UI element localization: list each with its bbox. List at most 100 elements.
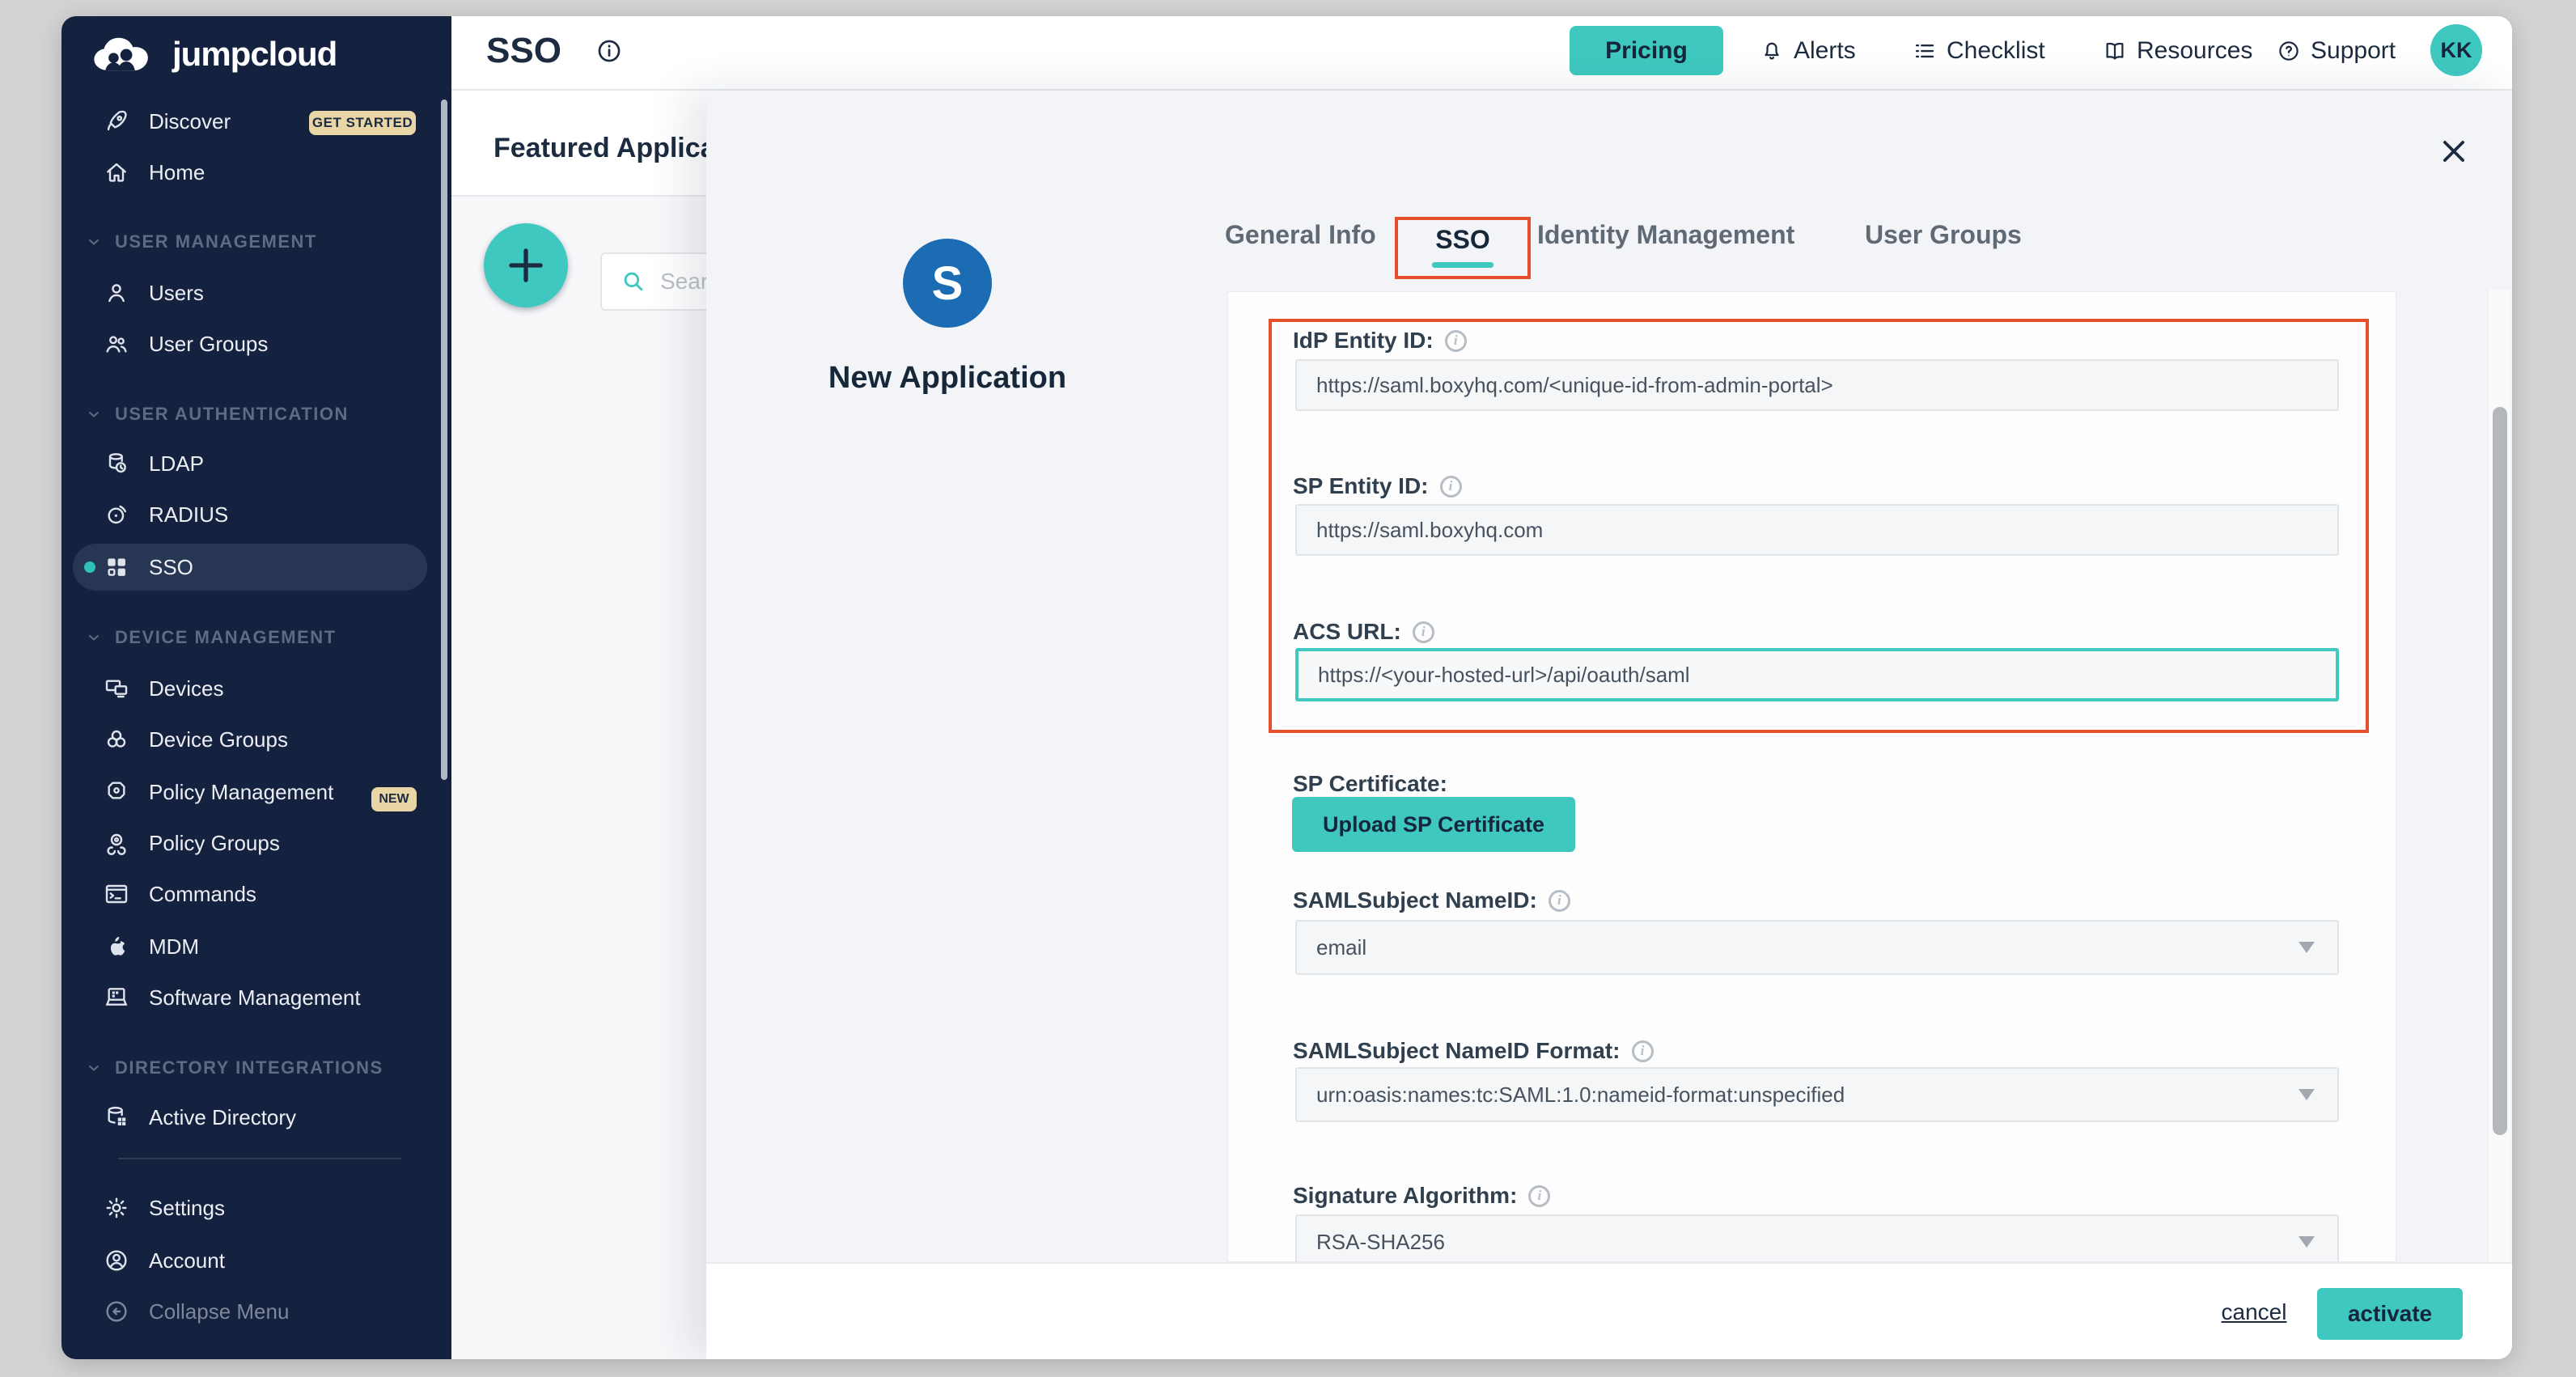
idp-entity-id-label-row: IdP Entity ID: i	[1293, 324, 1467, 357]
sso-config-form: IdP Entity ID: i SP Entity ID: i ACS URL…	[1227, 291, 2396, 1262]
add-application-button[interactable]	[484, 223, 568, 307]
cancel-link[interactable]: cancel	[2205, 1299, 2303, 1325]
idp-entity-id-input[interactable]	[1295, 359, 2339, 411]
info-icon[interactable]: i	[1413, 621, 1434, 643]
application-name: New Application	[729, 361, 1166, 396]
caret-down-icon	[2298, 1236, 2315, 1248]
acs-url-input[interactable]	[1295, 648, 2339, 701]
sidebar-item-device-groups[interactable]: Device Groups	[73, 716, 427, 763]
tab-identity-management[interactable]: Identity Management	[1537, 220, 1794, 250]
plus-icon	[502, 242, 549, 289]
upload-sp-certificate-button[interactable]: Upload SP Certificate	[1292, 797, 1575, 852]
jumpcloud-logo[interactable]: jumpcloud	[90, 35, 337, 74]
info-icon[interactable]: i	[1440, 476, 1462, 498]
sidebar-item-users[interactable]: Users	[73, 269, 427, 316]
sidebar-item-settings[interactable]: Settings	[73, 1184, 427, 1231]
close-icon[interactable]	[2438, 136, 2469, 167]
sidebar-section-device-management[interactable]: DEVICE MANAGEMENT	[86, 626, 337, 649]
chevron-down-icon	[86, 234, 102, 250]
sidebar-item-devices[interactable]: Devices	[73, 665, 427, 712]
sidebar-item-software-management[interactable]: Software Management	[73, 974, 427, 1021]
rocket-icon	[104, 108, 129, 134]
support-nav[interactable]: Support	[2277, 26, 2396, 75]
sidebar-item-policy-groups[interactable]: Policy Groups	[73, 820, 427, 866]
venn-circles-icon	[104, 727, 129, 752]
apple-icon	[104, 934, 129, 960]
sidebar-section-user-authentication[interactable]: USER AUTHENTICATION	[86, 403, 349, 426]
chevron-down-icon	[86, 406, 102, 422]
resources-nav[interactable]: Resources	[2103, 26, 2252, 75]
sidebar-item-label: Account	[149, 1248, 225, 1273]
sidebar-item-label: SSO	[149, 555, 193, 580]
book-icon	[2103, 39, 2127, 63]
modal-scrollbar-track	[2488, 290, 2510, 1262]
sidebar-item-account[interactable]: Account	[73, 1237, 427, 1284]
info-icon[interactable]	[595, 37, 623, 65]
new-badge: NEW	[371, 787, 417, 811]
devices-icon	[104, 676, 129, 701]
sp-certificate-label-row: SP Certificate:	[1293, 768, 1447, 800]
gear-icon	[104, 1195, 129, 1221]
sidebar-divider	[118, 1158, 401, 1159]
tab-general-info[interactable]: General Info	[1225, 220, 1376, 250]
get-started-badge: GET STARTED	[309, 111, 416, 135]
nameid-format-select[interactable]: urn:oasis:names:tc:SAML:1.0:nameid-forma…	[1295, 1067, 2339, 1122]
sidebar-item-label: User Groups	[149, 332, 268, 357]
sidebar-item-label: Collapse Menu	[149, 1299, 289, 1324]
page-title: SSO	[486, 31, 561, 71]
sidebar-item-label: Policy Management	[149, 780, 333, 805]
tab-user-groups[interactable]: User Groups	[1865, 220, 2022, 250]
caret-down-icon	[2298, 942, 2315, 953]
active-tab-underline	[1432, 262, 1493, 268]
policy-groups-icon	[104, 830, 129, 856]
acs-url-label-row: ACS URL: i	[1293, 616, 1434, 648]
sidebar-item-radius[interactable]: RADIUS	[73, 491, 427, 538]
modal-footer: cancel activate	[706, 1262, 2512, 1359]
sidebar-item-label: MDM	[149, 934, 199, 960]
featured-applications-heading: Featured Applica	[494, 133, 716, 164]
sidebar-item-user-groups[interactable]: User Groups	[73, 320, 427, 367]
sidebar-item-sso-active[interactable]: SSO	[73, 544, 427, 591]
sidebar-item-mdm[interactable]: MDM	[73, 923, 427, 970]
sidebar-item-label: Home	[149, 160, 205, 185]
sidebar-item-active-directory[interactable]: Active Directory	[73, 1094, 427, 1141]
screenshot-root: jumpcloud Discover GET STARTED Home USER…	[0, 0, 2576, 1377]
sidebar: jumpcloud Discover GET STARTED Home USER…	[61, 16, 451, 1359]
info-icon[interactable]: i	[1632, 1040, 1654, 1062]
info-icon[interactable]: i	[1528, 1185, 1550, 1207]
sidebar-item-collapse-menu[interactable]: Collapse Menu	[73, 1288, 427, 1335]
sidebar-item-label: Device Groups	[149, 727, 288, 752]
caret-down-icon	[2298, 1089, 2315, 1100]
saml-subject-nameid-select[interactable]: email	[1295, 920, 2339, 975]
octagon-target-icon	[104, 779, 129, 805]
info-icon[interactable]: i	[1445, 330, 1467, 352]
checklist-icon	[1913, 39, 1937, 63]
sp-entity-id-input[interactable]	[1295, 504, 2339, 556]
sidebar-scrollbar[interactable]	[441, 100, 447, 780]
sidebar-item-commands[interactable]: Commands	[73, 871, 427, 917]
info-icon[interactable]: i	[1549, 890, 1570, 912]
signature-algorithm-label-row: Signature Algorithm: i	[1293, 1180, 1550, 1212]
checklist-nav[interactable]: Checklist	[1913, 26, 2045, 75]
cloud-logo-icon	[90, 35, 164, 74]
sidebar-item-label: Settings	[149, 1196, 225, 1221]
signature-algorithm-select[interactable]: RSA-SHA256	[1295, 1214, 2339, 1262]
sidebar-section-directory-integrations[interactable]: DIRECTORY INTEGRATIONS	[86, 1057, 383, 1079]
sidebar-item-ldap[interactable]: LDAP	[73, 440, 427, 487]
sso-grid-icon	[104, 554, 129, 580]
new-application-panel: S New Application General Info SSO Ident…	[706, 91, 2512, 1359]
sidebar-item-label: RADIUS	[149, 502, 228, 527]
sidebar-item-home[interactable]: Home	[73, 149, 427, 196]
sidebar-section-user-management[interactable]: USER MANAGEMENT	[86, 231, 317, 253]
user-avatar[interactable]: KK	[2430, 24, 2482, 76]
sidebar-item-label: Active Directory	[149, 1105, 296, 1130]
sidebar-item-label: Devices	[149, 676, 223, 701]
tab-sso-active[interactable]: SSO	[1398, 225, 1527, 255]
pricing-button[interactable]: Pricing	[1570, 26, 1723, 75]
top-header: SSO Pricing Alerts Checklist Resources S…	[451, 16, 2512, 91]
modal-scrollbar-thumb[interactable]	[2493, 407, 2507, 1135]
collapse-arrow-icon	[104, 1299, 129, 1324]
user-group-icon	[104, 331, 129, 357]
alerts-nav[interactable]: Alerts	[1760, 26, 1856, 75]
activate-button[interactable]: activate	[2317, 1288, 2463, 1340]
